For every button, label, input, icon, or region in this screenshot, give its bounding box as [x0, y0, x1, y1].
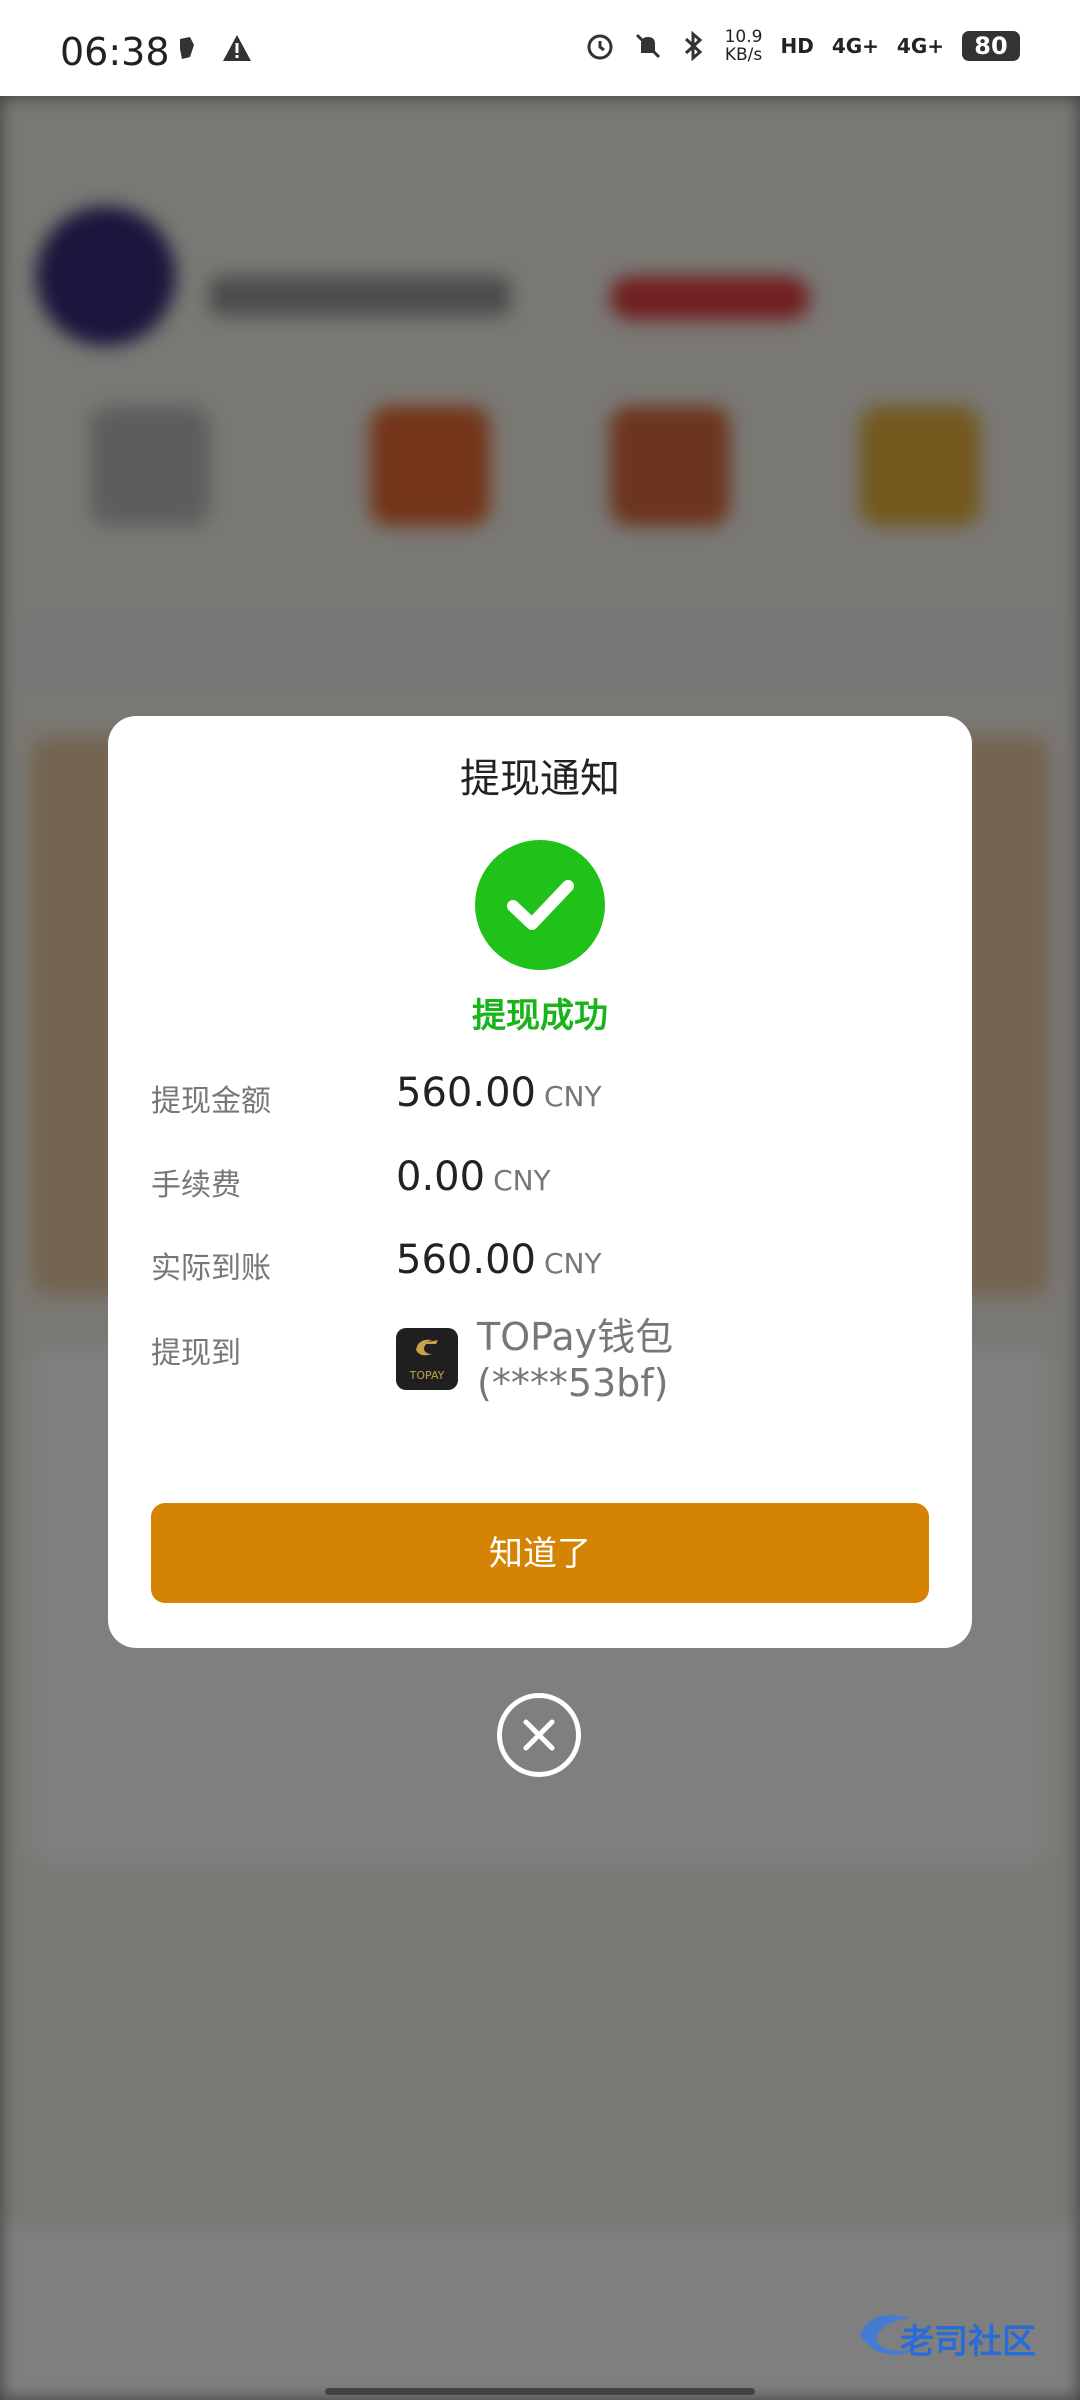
alarm-icon: [587, 34, 613, 60]
status-bar: 06:38 10.9 KB/s HD 4G+ 4G+ 80: [0, 0, 1080, 96]
row-label: 提现到: [151, 1336, 241, 1371]
net-speed: 10.9 KB/s: [724, 27, 763, 65]
status-time: 06:38: [60, 30, 170, 74]
topay-logo-icon: TOPAY: [396, 1328, 458, 1390]
home-indicator[interactable]: [325, 2388, 755, 2395]
notification-icon: [180, 37, 194, 59]
row-actual-received: 实际到账 560.00 CNY: [151, 1237, 951, 1303]
warning-icon: [223, 35, 251, 61]
dialog-title: 提现通知: [460, 756, 620, 802]
ok-button[interactable]: 知道了: [151, 1503, 929, 1603]
close-button[interactable]: [497, 1693, 581, 1777]
bluetooth-icon: [684, 30, 702, 62]
wallet-name: TOPay钱包: [477, 1315, 674, 1359]
row-value: 0.00 CNY: [396, 1154, 551, 1200]
row-value: 560.00 CNY: [396, 1237, 602, 1283]
row-label: 提现金额: [151, 1084, 271, 1119]
wallet-account: (****53bf): [477, 1361, 669, 1405]
status-left-icons: [176, 34, 252, 62]
watermark-logo: 老司社区: [840, 2300, 1060, 2370]
battery-indicator: 80: [962, 31, 1020, 61]
status-right-icons: 10.9 KB/s HD 4G+ 4G+ 80: [585, 28, 1020, 64]
row-label: 手续费: [151, 1168, 241, 1203]
signal-2: 4G+: [896, 34, 944, 58]
signal-1: 4G+: [831, 34, 879, 58]
success-icon: [475, 840, 605, 970]
withdraw-dialog: 提现通知 提现成功 提现金额 560.00 CNY 手续费 0.00 CNY 实际到…: [108, 716, 972, 1648]
mute-icon: [635, 33, 660, 59]
success-text: 提现成功: [472, 996, 608, 1036]
row-value: 560.00 CNY: [396, 1070, 602, 1116]
row-destination: 提现到 TOPAY TOPay钱包 (****53bf): [151, 1315, 951, 1428]
row-label: 实际到账: [151, 1251, 271, 1286]
hd-label: HD: [780, 34, 814, 58]
wallet-info: TOPay钱包 (****53bf): [477, 1314, 673, 1406]
row-withdraw-amount: 提现金额 560.00 CNY: [151, 1070, 951, 1136]
row-fee: 手续费 0.00 CNY: [151, 1154, 951, 1220]
close-icon: [523, 1719, 555, 1751]
